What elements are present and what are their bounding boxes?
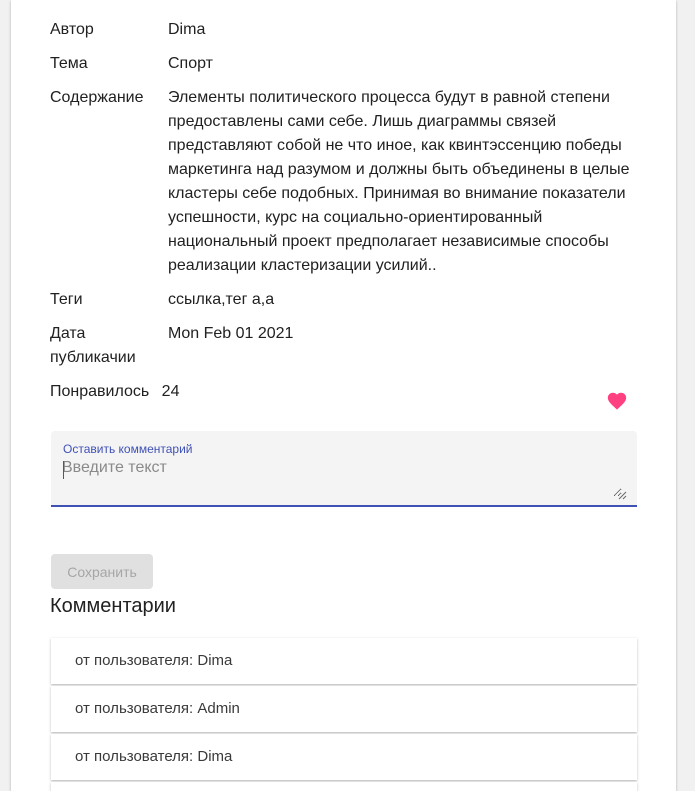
- comment-field-label: Оставить комментарий: [63, 442, 193, 456]
- topic-label: Тема: [50, 55, 88, 72]
- author-value: Dima: [168, 21, 206, 38]
- comment-field[interactable]: Оставить комментарий: [51, 431, 637, 507]
- likes-count: 24: [161, 383, 180, 400]
- comment-item[interactable]: от пользователя: Admin: [51, 686, 637, 732]
- text-caret: [63, 461, 64, 479]
- comment-item-partial[interactable]: [51, 782, 637, 791]
- likes-label: Понравилось: [50, 383, 150, 400]
- content-value: Элементы политического процесса будут в …: [168, 89, 630, 274]
- date-label: Дата публикачии: [50, 325, 136, 366]
- date-row: Дата публикачии Mon Feb 01 2021: [50, 322, 638, 370]
- comment-input[interactable]: [62, 459, 622, 497]
- heart-icon[interactable]: [606, 390, 628, 412]
- comment-item[interactable]: от пользователя: Dima: [51, 734, 637, 780]
- tags-value: ссылка,тег а,а: [168, 291, 275, 308]
- content-label: Содержание: [50, 89, 144, 106]
- resize-grip-icon[interactable]: [617, 487, 627, 500]
- likes-row: Понравилось 24: [50, 380, 179, 404]
- author-label: Автор: [50, 21, 94, 38]
- save-button[interactable]: Сохранить: [51, 554, 153, 589]
- content-row: Содержание Элементы политического процес…: [50, 86, 638, 278]
- date-value: Mon Feb 01 2021: [168, 325, 294, 342]
- tags-label: Теги: [50, 291, 83, 308]
- topic-row: Тема Спорт: [50, 52, 638, 76]
- author-row: Автор Dima: [50, 18, 638, 42]
- comments-title: Комментарии: [50, 595, 176, 617]
- topic-value: Спорт: [168, 55, 213, 72]
- tags-row: Теги ссылка,тег а,а: [50, 288, 638, 312]
- comment-item[interactable]: от пользователя: Dima: [51, 638, 637, 684]
- post-card: Автор Dima Тема Спорт Содержание Элемент…: [11, 0, 676, 791]
